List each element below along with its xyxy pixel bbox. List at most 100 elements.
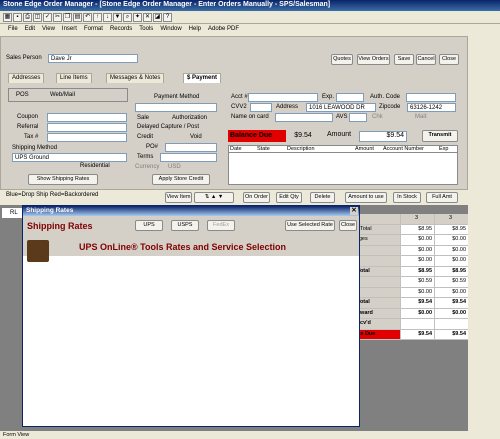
tab-addresses[interactable]: Addresses: [8, 73, 45, 83]
toolbar-sort-asc-icon[interactable]: ↑: [93, 12, 102, 22]
totals-header-label: [355, 214, 400, 224]
totals-row-value-a: $0.00: [400, 256, 434, 266]
legend-text: Blue=Drop Ship Red=Backordered: [6, 192, 99, 198]
authorization-radio[interactable]: Authorization: [172, 114, 207, 123]
menu-format[interactable]: Format: [84, 26, 103, 32]
toolbar-spell-icon[interactable]: ✓: [43, 12, 52, 22]
address-field[interactable]: 1016 LEAWOOD DR: [306, 103, 376, 112]
exp-field[interactable]: [336, 93, 364, 102]
quotes-button[interactable]: Quotes: [331, 54, 353, 65]
toolbar-paste-icon[interactable]: ▤: [73, 12, 82, 22]
totals-row: ecv'd: [355, 319, 468, 330]
toolbar-save-icon[interactable]: ▪: [13, 12, 22, 22]
payment-method-field[interactable]: [135, 103, 217, 112]
referral-label: Referral: [17, 124, 39, 130]
toolbar-delete-icon[interactable]: ✕: [143, 12, 152, 22]
auth-code-field[interactable]: [406, 93, 456, 102]
totals-row-value-b: $0.00: [434, 256, 468, 266]
toolbar-preview-icon[interactable]: ◫: [33, 12, 42, 22]
dialog-close-button[interactable]: Close: [339, 220, 357, 231]
amount-label: Amount: [327, 131, 352, 138]
toolbar-view-icon[interactable]: ▦: [3, 12, 12, 22]
view-orders-button[interactable]: View Orders: [357, 54, 390, 65]
close-button[interactable]: Close: [439, 54, 459, 65]
tab-payment[interactable]: $ Payment: [183, 73, 222, 83]
apply-store-credit-button[interactable]: Apply Store Credit: [152, 174, 210, 185]
terms-field[interactable]: [160, 153, 217, 162]
menu-view[interactable]: View: [42, 26, 55, 32]
show-shipping-rates-button[interactable]: Show Shipping Rates: [28, 174, 98, 185]
amount-field[interactable]: $9.54: [359, 131, 407, 142]
coupon-label: Coupon: [17, 114, 39, 120]
on-order-button[interactable]: On Order: [243, 192, 270, 203]
toolbar-db-icon[interactable]: ◪: [153, 12, 162, 22]
reorder-arrows-button[interactable]: ⇅ ▲ ▼: [194, 192, 234, 203]
grid-row-selector[interactable]: RL: [2, 208, 24, 218]
ups-logo-icon: [27, 240, 49, 262]
menu-adobe-pdf[interactable]: Adobe PDF: [208, 26, 239, 32]
acct-field[interactable]: [248, 93, 318, 102]
totals-row-label: Total: [355, 266, 400, 276]
full-amt-button[interactable]: Full Amt: [426, 192, 458, 203]
menu-file[interactable]: File: [8, 26, 18, 32]
menu-edit[interactable]: Edit: [25, 26, 35, 32]
void-radio[interactable]: Void: [190, 133, 202, 142]
credit-radio[interactable]: Credit: [137, 133, 153, 142]
balance-due-label: Balance Due: [228, 130, 286, 142]
totals-row-label: eward: [355, 308, 400, 318]
residential-checkbox[interactable]: Residential: [80, 162, 110, 171]
ups-button[interactable]: UPS: [135, 220, 163, 231]
menu-window[interactable]: Window: [160, 26, 181, 32]
delayed-capture-radio[interactable]: Delayed Capture / Post: [137, 123, 199, 132]
po-field[interactable]: [165, 143, 217, 152]
amount-to-use-button[interactable]: Amount to use: [345, 192, 387, 203]
toolbar-cut-icon[interactable]: ✂: [53, 12, 62, 22]
edit-qty-button[interactable]: Edit Qty: [276, 192, 302, 203]
totals-row: e$0.59$0.59: [355, 277, 468, 288]
avs-field[interactable]: [349, 113, 367, 122]
totals-row: Total $8.95 $8.95: [355, 266, 468, 277]
menu-insert[interactable]: Insert: [62, 26, 77, 32]
name-on-card-field[interactable]: [275, 113, 333, 122]
tab-messages-notes[interactable]: Messages & Notes: [106, 73, 165, 83]
toolbar-help-icon[interactable]: ?: [163, 12, 172, 22]
toolbar-new-icon[interactable]: ✦: [133, 12, 142, 22]
in-stock-button[interactable]: In Stock: [393, 192, 421, 203]
coupon-field[interactable]: [47, 113, 127, 122]
sale-radio[interactable]: Sale: [137, 114, 149, 123]
delete-button[interactable]: Delete: [310, 192, 335, 203]
transmit-button[interactable]: Transmit: [422, 130, 458, 142]
toolbar-find-icon[interactable]: ⌕: [123, 12, 132, 22]
toolbar-print-icon[interactable]: ⎙: [23, 12, 32, 22]
usps-button[interactable]: USPS: [171, 220, 199, 231]
menu-tools[interactable]: Tools: [139, 26, 153, 32]
use-selected-rate-button[interactable]: Use Selected Rate: [285, 220, 335, 231]
totals-row-label: ue Due: [355, 329, 400, 339]
toolbar-copy-icon[interactable]: ❐: [63, 12, 72, 22]
totals-row-value-a: $9.54: [400, 329, 434, 339]
cancel-button[interactable]: Cancel: [416, 54, 436, 65]
menu-records[interactable]: Records: [110, 26, 132, 32]
menu-help[interactable]: Help: [189, 26, 201, 32]
totals-row: eward $0.00 $0.00: [355, 308, 468, 319]
dialog-close-icon[interactable]: ✕: [350, 207, 358, 215]
tax-field[interactable]: [47, 133, 127, 142]
fedex-button[interactable]: FedEx: [207, 220, 235, 231]
sales-person-field[interactable]: Dave Jr: [48, 54, 138, 63]
zipcode-field[interactable]: 63126-1242: [407, 103, 456, 112]
toolbar-sort-desc-icon[interactable]: ↓: [103, 12, 112, 22]
save-button[interactable]: Save: [394, 54, 414, 65]
totals-row-value-a: $0.59: [400, 277, 434, 287]
toolbar-filter-icon[interactable]: ▼: [113, 12, 122, 22]
referral-field[interactable]: [47, 123, 127, 132]
transactions-table[interactable]: Date State Description Amount Account Nu…: [228, 145, 458, 185]
pos-radio[interactable]: POS: [16, 91, 29, 100]
shipping-method-field[interactable]: UPS Ground: [12, 153, 127, 162]
toolbar-undo-icon[interactable]: ↶: [83, 12, 92, 22]
cvv2-field[interactable]: [250, 103, 272, 112]
totals-row-value-b: $0.00: [434, 235, 468, 245]
ups-service-title: UPS OnLine® Tools Rates and Service Sele…: [79, 242, 287, 252]
view-item-button[interactable]: View Item: [165, 192, 192, 203]
tab-line-items[interactable]: Line Items: [56, 73, 92, 83]
web-mail-radio[interactable]: Web/Mail: [50, 91, 75, 100]
